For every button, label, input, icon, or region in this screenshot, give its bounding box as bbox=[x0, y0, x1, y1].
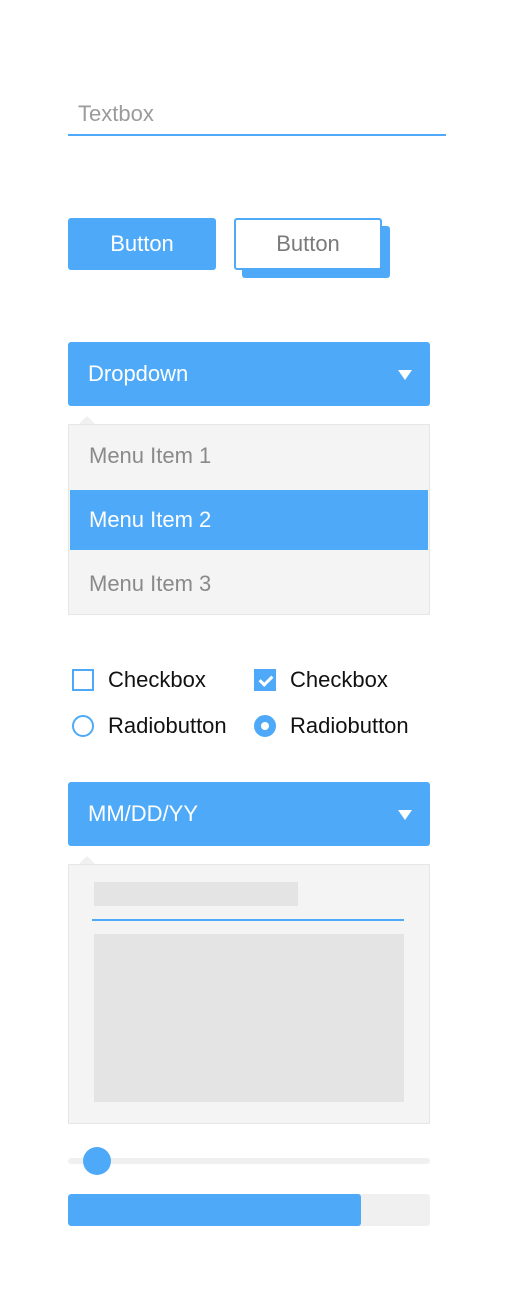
checkbox-checked[interactable]: Checkbox bbox=[254, 666, 388, 694]
checkbox-unchecked[interactable]: Checkbox bbox=[72, 666, 206, 694]
menu-item-3[interactable]: Menu Item 3 bbox=[70, 554, 428, 614]
primary-button[interactable]: Button bbox=[68, 218, 216, 270]
checkbox-label: Checkbox bbox=[108, 667, 206, 692]
caret-down-icon bbox=[398, 370, 412, 380]
dropdown-menu: Menu Item 1 Menu Item 2 Menu Item 3 bbox=[68, 424, 430, 615]
checkbox-label: Checkbox bbox=[290, 667, 388, 692]
radio-checked-icon bbox=[254, 715, 276, 737]
radio-unchecked-icon bbox=[72, 715, 94, 737]
date-panel-header-placeholder bbox=[94, 882, 298, 906]
radio-label: Radiobutton bbox=[290, 713, 409, 738]
progress-bar-fill bbox=[68, 1194, 361, 1226]
menu-item-2[interactable]: Menu Item 2 bbox=[70, 490, 428, 550]
radio-unchecked[interactable]: Radiobutton bbox=[72, 712, 227, 740]
date-panel-divider bbox=[92, 919, 404, 921]
date-picker-toggle[interactable]: MM/DD/YY bbox=[68, 782, 430, 846]
date-picker-label: MM/DD/YY bbox=[88, 801, 198, 826]
progress-bar bbox=[68, 1194, 430, 1226]
dropdown-toggle[interactable]: Dropdown bbox=[68, 342, 430, 406]
radio-checked[interactable]: Radiobutton bbox=[254, 712, 409, 740]
textbox-input[interactable] bbox=[68, 94, 446, 136]
caret-down-icon bbox=[398, 810, 412, 820]
checkbox-checked-icon bbox=[254, 669, 276, 691]
secondary-button[interactable]: Button bbox=[234, 218, 382, 270]
slider-track[interactable] bbox=[68, 1158, 430, 1164]
dropdown-label: Dropdown bbox=[88, 361, 189, 386]
slider-thumb[interactable] bbox=[83, 1147, 111, 1175]
checkbox-unchecked-icon bbox=[72, 669, 94, 691]
menu-item-1[interactable]: Menu Item 1 bbox=[70, 426, 428, 486]
radio-label: Radiobutton bbox=[108, 713, 227, 738]
calendar-grid-placeholder[interactable] bbox=[94, 934, 404, 1102]
